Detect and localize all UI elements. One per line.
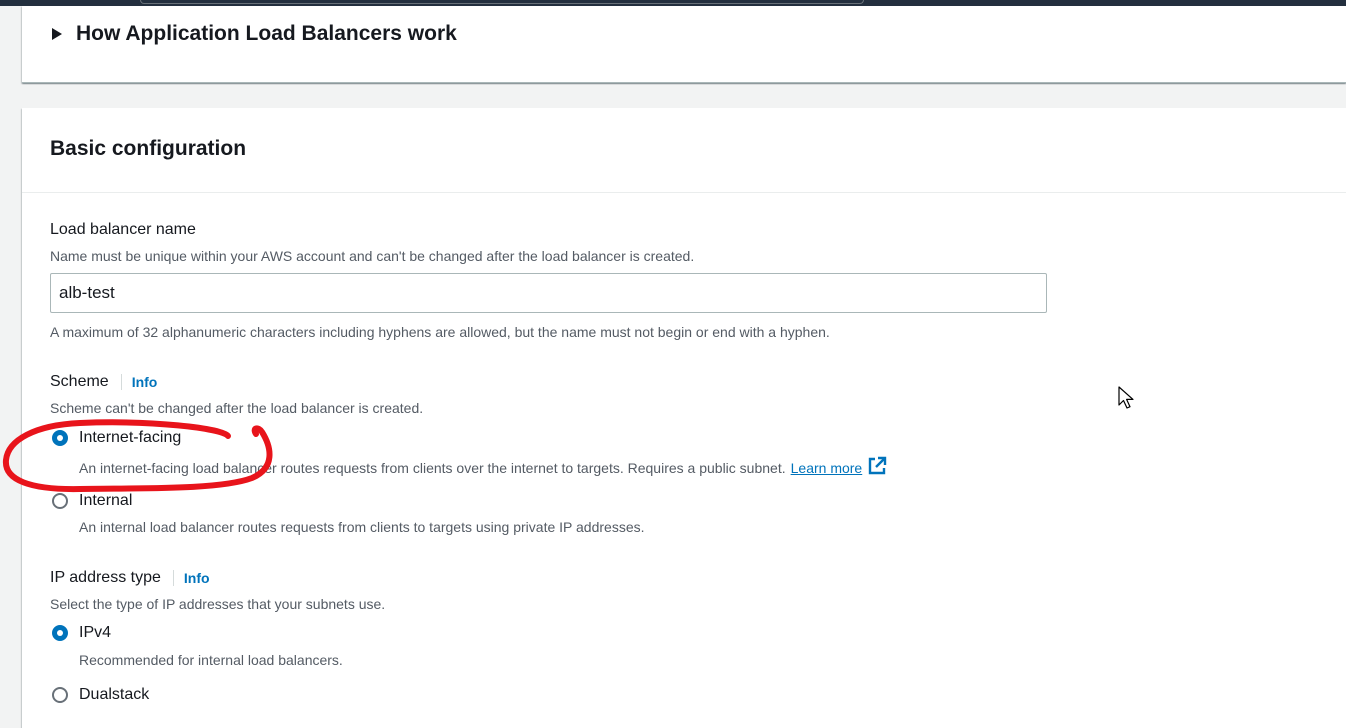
scheme-info-link[interactable]: Info bbox=[132, 374, 158, 390]
how-it-works-expander[interactable]: How Application Load Balancers work bbox=[52, 22, 457, 46]
load-balancer-name-label: Load balancer name bbox=[50, 221, 196, 238]
panel-header: Basic configuration bbox=[22, 108, 1346, 193]
radio-ipv4[interactable]: IPv4 bbox=[52, 624, 111, 642]
caret-right-icon bbox=[52, 28, 62, 40]
label-divider bbox=[120, 374, 122, 390]
basic-configuration-panel: Basic configuration Load balancer name N… bbox=[22, 108, 1346, 728]
radio-label: Internal bbox=[79, 492, 133, 509]
radio-unselected-icon[interactable] bbox=[52, 687, 68, 703]
option-description-text: An internet-facing load balancer routes … bbox=[79, 459, 786, 476]
panel-title: Basic configuration bbox=[50, 137, 247, 160]
radio-internal[interactable]: Internal bbox=[52, 492, 132, 510]
mouse-cursor-icon bbox=[1118, 386, 1134, 409]
scheme-label: Scheme bbox=[50, 373, 109, 390]
load-balancer-name-description: Name must be unique within your AWS acco… bbox=[50, 248, 695, 264]
ip-address-type-description: Select the type of IP addresses that you… bbox=[50, 596, 386, 612]
search-bar-edge[interactable] bbox=[140, 0, 864, 4]
load-balancer-name-constraint: A maximum of 32 alphanumeric characters … bbox=[50, 324, 830, 340]
radio-label: Dualstack bbox=[79, 686, 150, 703]
load-balancer-name-input[interactable] bbox=[50, 273, 1047, 313]
ip-address-type-label: IP address type bbox=[50, 569, 161, 586]
learn-more-link[interactable]: Learn more bbox=[791, 460, 863, 476]
ip-address-type-info-link[interactable]: Info bbox=[184, 570, 210, 586]
radio-selected-icon[interactable] bbox=[52, 625, 68, 641]
radio-unselected-icon[interactable] bbox=[52, 493, 68, 509]
internet-facing-description: An internet-facing load balancer routes … bbox=[79, 456, 887, 479]
external-link-icon[interactable] bbox=[867, 456, 887, 479]
internal-description: An internal load balancer routes request… bbox=[79, 519, 645, 535]
radio-label: Internet-facing bbox=[79, 429, 182, 446]
label-divider bbox=[172, 570, 174, 586]
scheme-label-row: Scheme Info bbox=[50, 373, 157, 391]
how-it-works-panel: How Application Load Balancers work bbox=[22, 6, 1346, 83]
ip-address-type-label-row: IP address type Info bbox=[50, 569, 210, 587]
scheme-description: Scheme can't be changed after the load b… bbox=[50, 400, 424, 416]
radio-selected-icon[interactable] bbox=[52, 430, 68, 446]
radio-dualstack[interactable]: Dualstack bbox=[52, 686, 149, 704]
radio-internet-facing[interactable]: Internet-facing bbox=[52, 429, 181, 447]
radio-label: IPv4 bbox=[79, 624, 112, 641]
how-it-works-title: How Application Load Balancers work bbox=[76, 22, 457, 45]
ipv4-description: Recommended for internal load balancers. bbox=[79, 652, 343, 668]
